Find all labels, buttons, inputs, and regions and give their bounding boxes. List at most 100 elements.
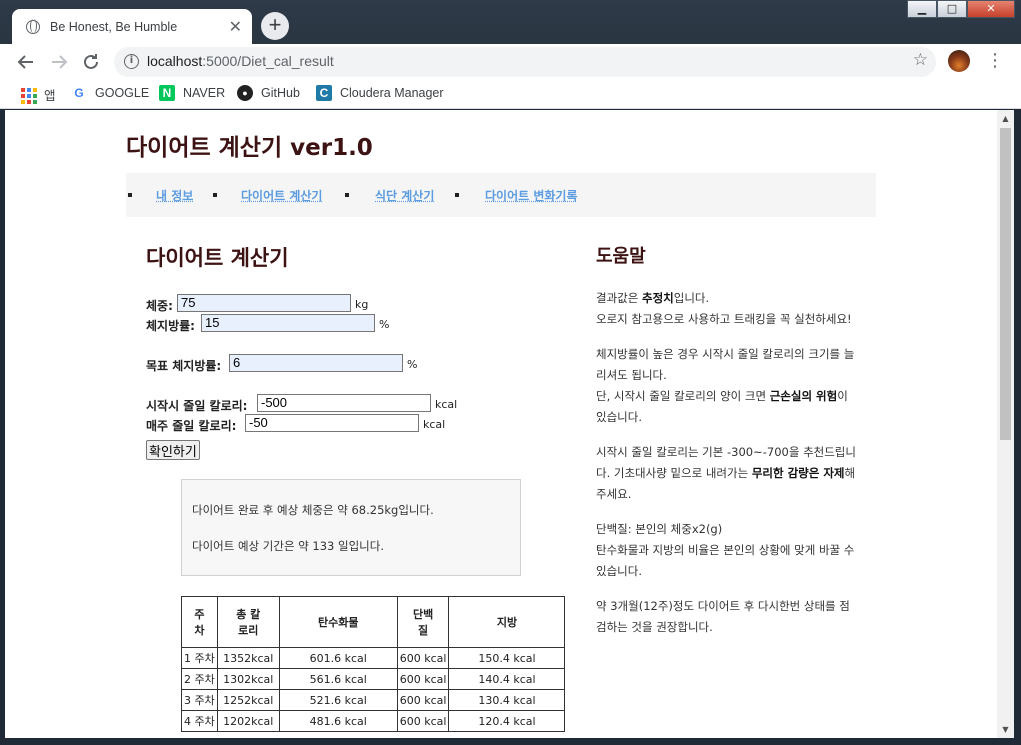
bodyfat-label: 체지방률: xyxy=(146,319,195,333)
header-week: 주 차 xyxy=(181,596,218,648)
cell-carbs: 521.6 kcal xyxy=(278,689,398,711)
bookmark-label: 앱 xyxy=(44,89,56,103)
menu-item-diet-history[interactable]: 다이어트 변화기록 xyxy=(485,187,578,204)
weekly-cut-input[interactable]: -50 xyxy=(245,414,419,432)
menu-icon[interactable]: ⋮ xyxy=(986,50,1004,72)
nav-menu: 내 정보 다이어트 계산기 식단 계산기 다이어트 변화기록 xyxy=(126,173,876,217)
menu-bullet xyxy=(345,193,349,197)
bookmark-apps[interactable]: 앱 xyxy=(20,85,56,104)
menu-bullet xyxy=(128,193,132,197)
cell-fat: 150.4 kcal xyxy=(448,647,566,669)
forward-icon[interactable] xyxy=(47,50,71,74)
cell-total: 1302kcal xyxy=(216,668,280,690)
maximize-button[interactable]: □ xyxy=(937,0,967,18)
menu-bullet xyxy=(455,193,459,197)
bookmark-naver[interactable]: N NAVER xyxy=(159,85,225,101)
help-paragraph: 체지방률이 높은 경우 시작시 줄일 칼로리의 크기를 늘리셔도 됩니다. 단,… xyxy=(596,347,855,424)
url-text: localhost:5000/Diet_cal_result xyxy=(147,53,334,69)
reload-icon[interactable] xyxy=(79,50,103,74)
bodyfat-input[interactable]: 15 xyxy=(201,314,375,332)
avatar[interactable] xyxy=(948,50,970,72)
help-paragraph: 결과값은 추정치입니다. 오로지 참고용으로 사용하고 트래킹을 꼭 실천하세요… xyxy=(596,291,852,326)
vertical-scrollbar[interactable]: ▲ ▼ xyxy=(997,110,1014,738)
start-cut-unit: kcal xyxy=(435,398,458,411)
calculator-title: 다이어트 계산기 xyxy=(146,246,289,270)
bookmark-cloudera[interactable]: C Cloudera Manager xyxy=(316,85,444,101)
menu-bullet xyxy=(213,193,217,197)
cell-total: 1202kcal xyxy=(216,710,280,732)
browser-toolbar: i localhost:5000/Diet_cal_result ☆ ⋮ xyxy=(0,44,1021,79)
cell-protein: 600 kcal xyxy=(396,689,450,711)
cell-fat: 120.4 kcal xyxy=(448,710,566,732)
weight-unit: kg xyxy=(355,298,369,311)
tab-title: Be Honest, Be Humble xyxy=(50,19,178,34)
page-viewport: 다이어트 계산기 ver1.0 내 정보 다이어트 계산기 식단 계산기 다이어… xyxy=(5,110,1014,738)
header-carbs: 탄수화물 xyxy=(278,596,398,648)
table-row: 1 주차 1352kcal 601.6 kcal 600 kcal 150.4 … xyxy=(181,647,566,669)
window-controls: ▁ □ ✕ xyxy=(907,0,1015,18)
cell-protein: 600 kcal xyxy=(396,668,450,690)
bookmarks-bar: 앱 G GOOGLE N NAVER ● GitHub C Cloudera M… xyxy=(0,79,1021,109)
header-fat: 지방 xyxy=(448,596,566,648)
back-icon[interactable] xyxy=(14,50,38,74)
menu-item-my-info[interactable]: 내 정보 xyxy=(156,187,193,204)
bookmark-google[interactable]: G GOOGLE xyxy=(71,85,149,101)
cell-fat: 140.4 kcal xyxy=(448,668,566,690)
github-icon: ● xyxy=(237,85,253,101)
cell-carbs: 601.6 kcal xyxy=(278,647,398,669)
cell-protein: 600 kcal xyxy=(396,710,450,732)
cell-week: 4 주차 xyxy=(181,710,218,732)
new-tab-button[interactable]: + xyxy=(261,12,289,40)
start-cut-input[interactable]: -500 xyxy=(257,394,431,412)
scroll-up-icon[interactable]: ▲ xyxy=(997,110,1014,127)
table-row: 2 주차 1302kcal 561.6 kcal 600 kcal 140.4 … xyxy=(181,668,566,690)
submit-button[interactable]: 확인하기 xyxy=(146,440,200,460)
help-panel: 도움말 결과값은 추정치입니다. 오로지 참고용으로 사용하고 트래킹을 꼭 실… xyxy=(596,242,858,652)
result-expected-duration: 다이어트 예상 기간은 약 133 일입니다. xyxy=(192,539,385,553)
help-paragraph: 약 3개월(12주)정도 다이어트 후 다시한번 상태를 점검하는 것을 권장합… xyxy=(596,599,850,634)
table-row: 4 주차 1202kcal 481.6 kcal 600 kcal 120.4 … xyxy=(181,710,566,732)
bookmark-label: Cloudera Manager xyxy=(340,86,444,100)
cloudera-icon: C xyxy=(316,85,332,101)
header-total-calories: 총 칼 로리 xyxy=(216,596,280,648)
cell-week: 1 주차 xyxy=(181,647,218,669)
bookmark-label: GitHub xyxy=(261,86,300,100)
weight-input[interactable]: 75 xyxy=(177,294,351,312)
target-bodyfat-unit: % xyxy=(407,358,418,371)
table-header-row: 주 차 총 칼 로리 탄수화물 단백 질 지방 xyxy=(181,596,566,648)
star-icon[interactable]: ☆ xyxy=(913,50,928,70)
target-bodyfat-label: 목표 체지방률: xyxy=(146,359,222,373)
scroll-thumb[interactable] xyxy=(1000,128,1011,440)
weekly-cut-unit: kcal xyxy=(423,418,446,431)
info-icon[interactable]: i xyxy=(124,54,139,69)
bookmark-label: GOOGLE xyxy=(95,86,150,100)
bodyfat-unit: % xyxy=(379,318,390,331)
cell-week: 2 주차 xyxy=(181,668,218,690)
cell-total: 1352kcal xyxy=(216,647,280,669)
naver-icon: N xyxy=(159,85,175,101)
menu-item-diet-calculator[interactable]: 다이어트 계산기 xyxy=(241,187,322,204)
start-cut-label: 시작시 줄일 칼로리: xyxy=(146,399,248,413)
browser-tab[interactable]: Be Honest, Be Humble ✕ xyxy=(12,9,252,44)
close-tab-icon[interactable]: ✕ xyxy=(229,18,242,35)
header-protein: 단백 질 xyxy=(396,596,450,648)
help-paragraph: 시작시 줄일 칼로리는 기본 -300~-700을 추천드립니다. 기초대사량 … xyxy=(596,445,856,501)
cell-total: 1252kcal xyxy=(216,689,280,711)
scroll-down-icon[interactable]: ▼ xyxy=(997,721,1014,738)
result-box: 다이어트 완료 후 예상 체중은 약 68.25kg입니다. 다이어트 예상 기… xyxy=(181,479,521,576)
weekly-cut-label: 매주 줄일 칼로리: xyxy=(146,419,237,433)
bookmark-github[interactable]: ● GitHub xyxy=(237,85,300,101)
site-title: 다이어트 계산기 ver1.0 xyxy=(126,135,373,161)
target-bodyfat-input[interactable]: 6 xyxy=(229,354,403,372)
menu-item-meal-calculator[interactable]: 식단 계산기 xyxy=(375,187,434,204)
minimize-button[interactable]: ▁ xyxy=(907,0,937,18)
bookmark-label: NAVER xyxy=(183,86,226,100)
apps-icon xyxy=(20,87,37,104)
globe-icon xyxy=(26,19,40,34)
help-paragraph: 단백질: 본인의 체중x2(g) 탄수화물과 지방의 비율은 본인의 상황에 맞… xyxy=(596,522,855,578)
close-window-button[interactable]: ✕ xyxy=(967,0,1015,18)
cell-carbs: 481.6 kcal xyxy=(278,710,398,732)
address-bar[interactable]: i localhost:5000/Diet_cal_result ☆ xyxy=(114,47,936,77)
weight-label: 체중: xyxy=(146,299,173,313)
cell-carbs: 561.6 kcal xyxy=(278,668,398,690)
